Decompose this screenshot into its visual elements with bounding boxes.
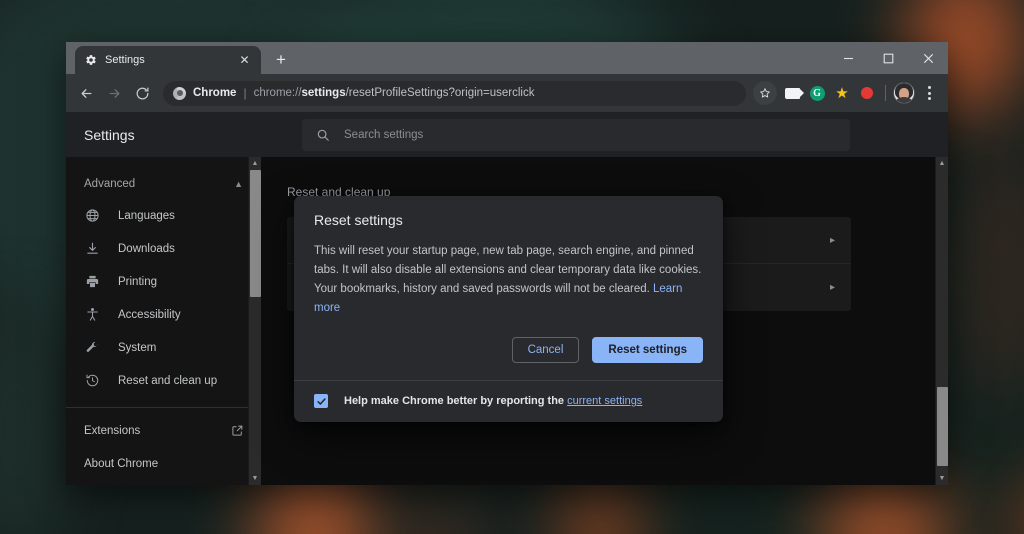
dialog-body: Reset settings This will reset your star… bbox=[294, 196, 723, 318]
sidebar-item-label: Reset and clean up bbox=[118, 374, 218, 387]
toolbar-divider bbox=[885, 85, 886, 101]
window-controls bbox=[828, 42, 948, 74]
scrollbar-thumb[interactable] bbox=[249, 170, 261, 297]
chevron-right-icon: ▸ bbox=[829, 282, 835, 293]
dialog-description-text: This will reset your startup page, new t… bbox=[314, 245, 702, 295]
url-host: settings bbox=[301, 87, 346, 99]
sidebar-item-label: Downloads bbox=[118, 242, 175, 255]
scroll-up-arrow-icon[interactable]: ▲ bbox=[249, 157, 262, 170]
printer-icon bbox=[84, 274, 100, 290]
close-button[interactable] bbox=[908, 42, 948, 74]
sidebar-scrollbar[interactable]: ▲ ▼ bbox=[248, 157, 261, 485]
sidebar-item-about-chrome[interactable]: About Chrome bbox=[66, 447, 261, 480]
sidebar-item-label: Languages bbox=[118, 209, 175, 222]
search-placeholder: Search settings bbox=[344, 128, 424, 141]
cancel-button[interactable]: Cancel bbox=[511, 337, 580, 363]
report-settings-checkbox[interactable] bbox=[314, 394, 328, 408]
sidebar-item-label: Extensions bbox=[84, 424, 141, 437]
sidebar-item-languages[interactable]: Languages bbox=[66, 199, 261, 232]
tab-title: Settings bbox=[105, 54, 145, 66]
minimize-button[interactable] bbox=[828, 42, 868, 74]
tab-strip: Settings ✕ + bbox=[66, 42, 948, 74]
settings-header: Settings Search settings bbox=[66, 112, 948, 157]
star-extension-icon[interactable]: ★ bbox=[830, 81, 854, 105]
footer-label-text: Help make Chrome better by reporting the bbox=[344, 395, 568, 407]
forward-button-icon[interactable] bbox=[101, 80, 128, 107]
sidebar-item-system[interactable]: System bbox=[66, 331, 261, 364]
scroll-down-arrow-icon[interactable]: ▼ bbox=[249, 472, 262, 485]
bookmark-star-icon[interactable] bbox=[753, 81, 777, 105]
search-icon bbox=[316, 128, 330, 142]
tab-settings[interactable]: Settings ✕ bbox=[75, 46, 261, 74]
current-settings-link[interactable]: current settings bbox=[567, 395, 642, 407]
scrollbar-track[interactable] bbox=[936, 170, 948, 472]
page-title: Settings bbox=[84, 126, 135, 143]
maximize-button[interactable] bbox=[868, 42, 908, 74]
gear-icon bbox=[84, 54, 97, 67]
chevron-up-icon: ▲ bbox=[234, 179, 243, 189]
sidebar-item-label: System bbox=[118, 341, 157, 354]
dialog-title: Reset settings bbox=[314, 212, 403, 228]
download-icon bbox=[84, 241, 100, 257]
history-clock-icon bbox=[84, 373, 100, 389]
recorder-extension-icon[interactable] bbox=[855, 81, 879, 105]
omnibox-separator: | bbox=[243, 86, 247, 100]
three-dot-menu-icon[interactable] bbox=[917, 81, 941, 105]
tag-extension-icon[interactable] bbox=[780, 81, 804, 105]
grammarly-extension-icon[interactable]: G bbox=[805, 81, 829, 105]
settings-sidebar: Advanced ▲ Languages Downloads Printing … bbox=[66, 157, 261, 485]
wrench-icon bbox=[84, 340, 100, 356]
wallpaper-blob bbox=[0, 300, 60, 534]
sidebar-item-downloads[interactable]: Downloads bbox=[66, 232, 261, 265]
tab-close-icon[interactable]: ✕ bbox=[237, 53, 252, 68]
chrome-logo-icon bbox=[173, 86, 186, 100]
search-input[interactable]: Search settings bbox=[302, 118, 850, 151]
dialog-footer: Help make Chrome better by reporting the… bbox=[294, 380, 723, 422]
content-scrollbar[interactable]: ▲ ▼ bbox=[935, 157, 948, 485]
sidebar-item-label: Printing bbox=[118, 275, 157, 288]
back-button-icon[interactable] bbox=[73, 80, 100, 107]
sidebar-item-printing[interactable]: Printing bbox=[66, 265, 261, 298]
scrollbar-track[interactable] bbox=[249, 170, 261, 472]
sidebar-item-extensions[interactable]: Extensions bbox=[66, 414, 261, 447]
sidebar-section-label: Advanced bbox=[84, 178, 136, 190]
sidebar-item-accessibility[interactable]: Accessibility bbox=[66, 298, 261, 331]
dialog-actions: Cancel Reset settings bbox=[294, 318, 723, 380]
sidebar-item-reset-and-clean-up[interactable]: Reset and clean up bbox=[66, 364, 261, 397]
address-bar[interactable]: Chrome | chrome://settings/resetProfileS… bbox=[163, 80, 746, 106]
reload-button-icon[interactable] bbox=[129, 80, 156, 107]
dialog-description: This will reset your startup page, new t… bbox=[314, 242, 703, 318]
accessibility-icon bbox=[84, 307, 100, 323]
url-prefix: chrome:// bbox=[253, 87, 302, 99]
omnibox-url: chrome://settings/resetProfileSettings?o… bbox=[254, 87, 535, 99]
sidebar-item-label: About Chrome bbox=[84, 457, 159, 470]
sidebar-divider bbox=[66, 407, 261, 408]
scroll-down-arrow-icon[interactable]: ▼ bbox=[936, 472, 949, 485]
chevron-right-icon: ▸ bbox=[829, 234, 835, 246]
new-tab-button[interactable]: + bbox=[268, 47, 294, 73]
reset-settings-button[interactable]: Reset settings bbox=[592, 337, 703, 363]
globe-icon bbox=[84, 208, 100, 224]
scroll-up-arrow-icon[interactable]: ▲ bbox=[936, 157, 949, 170]
footer-label: Help make Chrome better by reporting the… bbox=[344, 395, 642, 407]
browser-toolbar: Chrome | chrome://settings/resetProfileS… bbox=[66, 74, 948, 112]
sidebar-section-advanced[interactable]: Advanced ▲ bbox=[66, 169, 261, 199]
external-link-icon bbox=[231, 424, 245, 438]
scrollbar-thumb[interactable] bbox=[936, 387, 948, 466]
sidebar-item-label: Accessibility bbox=[118, 308, 181, 321]
url-path: /resetProfileSettings?origin=userclick bbox=[345, 87, 535, 99]
wallpaper-blob bbox=[410, 495, 470, 534]
omnibox-scheme-label: Chrome bbox=[193, 87, 237, 99]
avatar[interactable] bbox=[892, 81, 916, 105]
reset-settings-dialog: Reset settings This will reset your star… bbox=[294, 196, 723, 422]
